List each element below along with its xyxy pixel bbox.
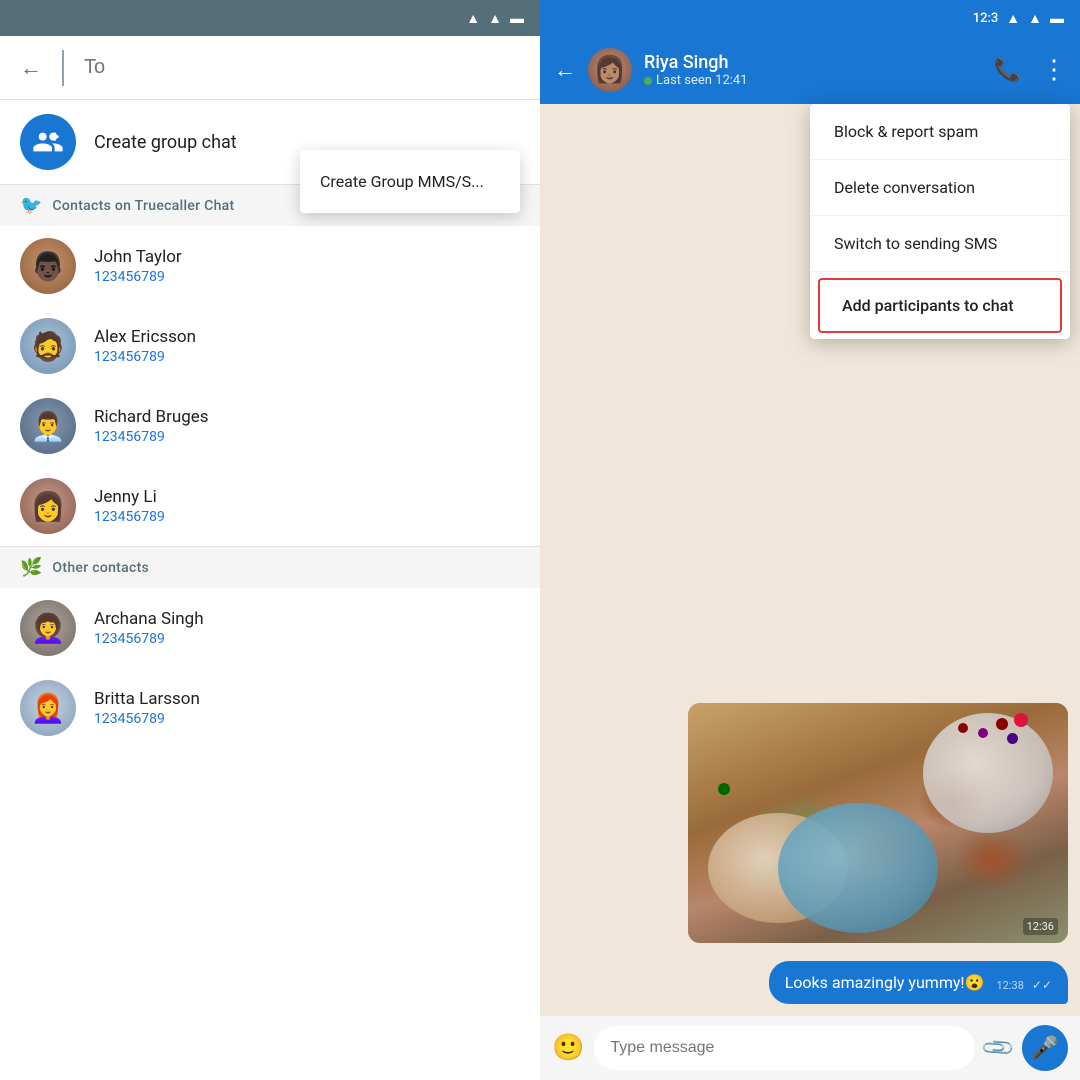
berry-1 [996,718,1008,730]
switch-sms-item[interactable]: Switch to sending SMS [810,216,1070,272]
contact-info-jenny: Jenny Li 123456789 [94,487,520,525]
contact-info-alex: Alex Ericsson 123456789 [94,327,520,365]
avatar-john: 👨🏿 [20,238,76,294]
truecaller-section-label: Contacts on Truecaller Chat [52,198,234,214]
wifi-icon-right: ▲ [1006,10,1020,27]
battery-icon-right: ▬ [1050,10,1064,27]
delete-conversation-item[interactable]: Delete conversation [810,160,1070,216]
header-actions: 📞 ⋮ [994,55,1066,85]
berry-2 [978,728,988,738]
contact-info-richard: Richard Bruges 123456789 [94,407,520,445]
contact-item-richard[interactable]: 👨‍💼 Richard Bruges 123456789 [0,386,540,466]
bowl-1 [923,713,1053,833]
divider [62,50,64,86]
other-contacts-section-header: 🌿 Other contacts [0,546,540,588]
mic-icon: 🎤 [1031,1036,1058,1061]
contact-phone-john: 123456789 [94,269,520,285]
add-group-icon [32,126,64,158]
last-seen-text: Last seen 12:41 [656,73,748,88]
status-bar-right: 12:3 ▲ ▲ ▬ [540,0,1080,36]
contact-info-john: John Taylor 123456789 [94,247,520,285]
avatar-alex: 🧔 [20,318,76,374]
header-contact-name: Riya Singh [644,52,982,73]
contact-phone-richard: 123456789 [94,429,520,445]
other-contacts-icon: 🌿 [20,557,42,578]
contact-item-britta[interactable]: 👩‍🦰 Britta Larsson 123456789 [0,668,540,748]
status-bar-left: ▲ ▲ ▬ [0,0,540,36]
header-info: Riya Singh Last seen 12:41 [644,52,982,88]
online-indicator [644,77,652,85]
emoji-button[interactable]: 🙂 [552,1033,584,1063]
avatar-archana: 👩‍🦱 [20,600,76,656]
mic-button[interactable]: 🎤 [1022,1025,1068,1071]
avatar-jenny: 👩 [20,478,76,534]
berry-3 [1014,713,1028,727]
message-text: Looks amazingly yummy!😮 [785,973,985,992]
contact-name-richard: Richard Bruges [94,407,520,427]
berry-5 [958,723,968,733]
contact-name-jenny: Jenny Li [94,487,520,507]
create-group-section[interactable]: Create group chat Create Group MMS/S... [0,100,540,184]
contact-name-alex: Alex Ericsson [94,327,520,347]
right-panel: 12:3 ▲ ▲ ▬ ← 👩🏽 Riya Singh Last seen 12:… [540,0,1080,1080]
plate-2 [778,803,938,933]
contact-phone-britta: 123456789 [94,711,520,727]
context-menu: Block & report spam Delete conversation … [810,104,1070,339]
status-time: 12:3 [973,11,999,26]
call-icon[interactable]: 📞 [994,58,1021,83]
back-button-left[interactable]: ← [20,55,42,81]
message-bubble: Looks amazingly yummy!😮 12:38 ✓✓ [769,961,1068,1004]
contact-item-jenny[interactable]: 👩 Jenny Li 123456789 [0,466,540,546]
message-time: 12:38 [996,979,1023,992]
bottom-bar: 🙂 📎 🎤 [540,1016,1080,1080]
read-ticks: ✓✓ [1032,978,1052,992]
contact-item-alex[interactable]: 🧔 Alex Ericsson 123456789 [0,306,540,386]
create-group-mms-item[interactable]: Create Group MMS/S... [300,158,520,205]
message-input[interactable] [594,1026,974,1070]
contact-name-archana: Archana Singh [94,609,520,629]
berry-4 [1007,733,1018,744]
signal-icon-left: ▲ [488,10,502,27]
header-status: Last seen 12:41 [644,73,982,88]
create-group-dropdown: Create Group MMS/S... [300,150,520,213]
attach-button[interactable]: 📎 [980,1029,1017,1066]
contact-phone-archana: 123456789 [94,631,520,647]
contact-info-britta: Britta Larsson 123456789 [94,689,520,727]
more-options-icon[interactable]: ⋮ [1041,55,1066,85]
create-group-label: Create group chat [94,132,237,153]
contact-item-john[interactable]: 👨🏿 John Taylor 123456789 [0,226,540,306]
truecaller-icon: 🐦 [20,195,42,216]
chat-header: ← 👩🏽 Riya Singh Last seen 12:41 📞 ⋮ [540,36,1080,104]
berry-6 [718,783,730,795]
wifi-icon-left: ▲ [466,10,480,27]
image-timestamp: 12:36 [1023,918,1058,935]
group-icon-circle [20,114,76,170]
contact-info-archana: Archana Singh 123456789 [94,609,520,647]
battery-icon-left: ▬ [510,10,524,27]
to-input[interactable] [84,56,520,79]
food-image-container: 12:36 [688,703,1068,943]
contact-phone-jenny: 123456789 [94,509,520,525]
back-button-right[interactable]: ← [554,57,576,83]
contact-name-britta: Britta Larsson [94,689,520,709]
contact-avatar-riya[interactable]: 👩🏽 [588,48,632,92]
block-report-item[interactable]: Block & report spam [810,104,1070,160]
other-contacts-label: Other contacts [52,560,149,576]
contact-name-john: John Taylor [94,247,520,267]
add-participants-item[interactable]: Add participants to chat [818,278,1062,333]
avatar-richard: 👨‍💼 [20,398,76,454]
left-panel: ▲ ▲ ▬ ← Create group chat Create Group M… [0,0,540,1080]
signal-icon-right: ▲ [1028,10,1042,27]
search-bar: ← [0,36,540,100]
avatar-britta: 👩‍🦰 [20,680,76,736]
contact-item-archana[interactable]: 👩‍🦱 Archana Singh 123456789 [0,588,540,668]
food-image: 12:36 [688,703,1068,943]
contact-phone-alex: 123456789 [94,349,520,365]
